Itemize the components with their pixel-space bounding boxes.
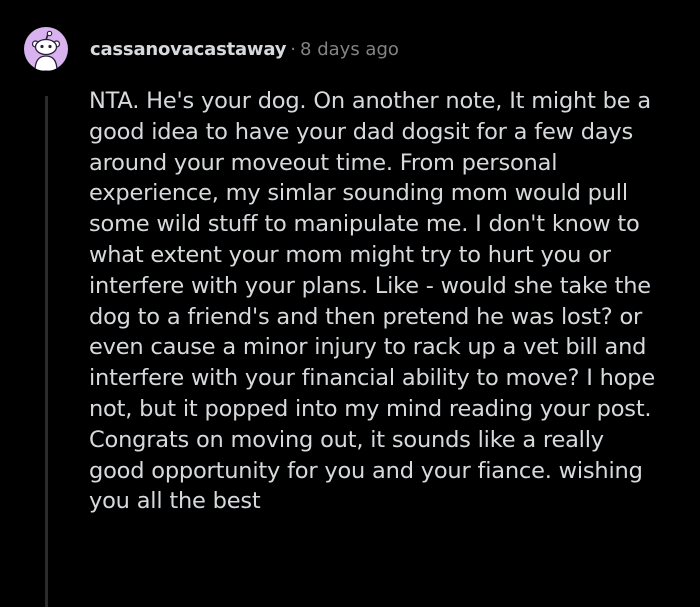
avatar[interactable]	[24, 27, 68, 71]
comment-body: NTA. He's your dog. On another note, It …	[89, 86, 689, 517]
comment-line: NTA. He's your dog. On another note, It …	[89, 88, 651, 114]
comment-meta: cassanovacastaway · 8 days ago	[90, 38, 399, 62]
comment-line: even cause a minor injury to rack up a v…	[89, 334, 647, 361]
comment-author[interactable]: cassanovacastaway	[90, 39, 286, 60]
reddit-snoo-icon	[31, 30, 61, 71]
comment-line: good idea to have your dad dogsit for a …	[89, 118, 634, 145]
comment-line: Congrats on moving out, it sounds like a…	[89, 426, 604, 453]
comment-line: experience, my simlar sounding mom would…	[89, 180, 628, 207]
comment-line: around your moveout time. From personal	[89, 149, 558, 176]
comment-line: some wild stuff to manipulate me. I don'…	[89, 211, 640, 238]
comment-timestamp[interactable]: 8 days ago	[300, 39, 399, 60]
thread-line[interactable]	[45, 96, 48, 607]
comment-line: interfere with your plans. Like - would …	[89, 272, 651, 299]
meta-separator: ·	[290, 39, 297, 60]
comment-line: dog to a friend's and then pretend he wa…	[89, 303, 643, 330]
comment-line: what extent your mom might try to hurt y…	[89, 241, 611, 268]
comment-line: good opportunity for you and your fiance…	[89, 457, 643, 484]
comment-line: not, but it popped into my mind reading …	[89, 395, 652, 422]
comment-line: interfere with your financial ability to…	[89, 365, 655, 392]
comment-line: you all the best	[89, 488, 261, 515]
